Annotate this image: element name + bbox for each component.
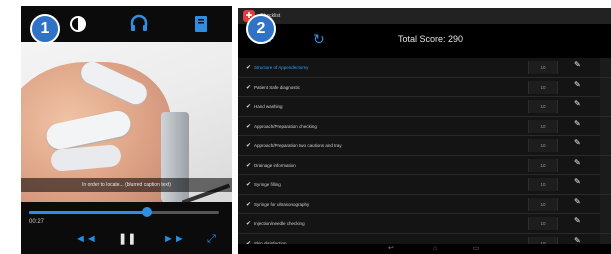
elapsed-time: 00:27 <box>29 219 45 225</box>
book-icon[interactable] <box>190 13 212 35</box>
checklist-row[interactable]: ✔ Hand washing 10 ✎ <box>238 97 611 117</box>
score-cell[interactable]: 10 <box>528 158 558 172</box>
score-value: 10 <box>540 84 546 90</box>
checklist-rows: ✔ Structure of Appendectomy 10 ✎ ✔ Patient Sa… <box>238 58 611 253</box>
checklist-row[interactable]: ✔ Drainage information 10 ✎ <box>238 155 611 176</box>
checklist-row[interactable]: ✔ Approach/Preparation two cautions and t… <box>238 136 611 156</box>
seek-progress <box>29 211 147 214</box>
row-scroll-cell <box>600 97 611 116</box>
step-badge-1: 1 <box>30 14 60 44</box>
checklist-item-label: ✔ Approach/Preparation two cautions and t… <box>246 136 342 156</box>
check-icon: ✔ <box>246 104 252 110</box>
score-cell[interactable]: 10 <box>528 139 558 152</box>
check-icon: ✔ <box>246 221 252 227</box>
score-cell[interactable]: 10 <box>528 61 558 74</box>
check-icon: ✔ <box>246 123 252 130</box>
checklist-item-text: Injection/needle checking <box>254 221 305 226</box>
seek-thumb[interactable] <box>141 207 152 217</box>
edit-icon[interactable]: ✎ <box>574 80 581 89</box>
score-cell[interactable]: 10 <box>528 100 558 113</box>
contrast-icon[interactable] <box>67 13 89 35</box>
video-player-panel: In order to locate... (blurred caption t… <box>21 6 232 254</box>
checklist-item-label: ✔ Injection/needle checking <box>246 214 305 234</box>
score-cell[interactable]: 10 <box>528 119 558 133</box>
checklist-row[interactable]: ✔ Structure of Appendectomy 10 ✎ <box>238 58 611 78</box>
score-value: 10 <box>540 143 546 148</box>
checklist-item-label: ✔ Syringe for ultrasonography <box>246 195 309 215</box>
seek-bar[interactable] <box>29 207 219 217</box>
checklist-item-label: ✔ Approach/Preparation checking <box>246 117 317 137</box>
checklist-item-label: ✔ Syringe filling <box>246 175 281 195</box>
edit-icon[interactable]: ✎ <box>574 216 581 225</box>
video-caption: In order to locate... (blurred caption t… <box>21 178 232 192</box>
edit-icon[interactable]: ✎ <box>574 99 581 108</box>
video-frame[interactable]: In order to locate... (blurred caption t… <box>21 42 232 202</box>
score-cell[interactable]: 10 <box>528 80 558 94</box>
row-scroll-cell <box>600 214 611 233</box>
score-cell[interactable]: 10 <box>528 178 558 191</box>
check-icon: ✔ <box>246 182 252 188</box>
rewind-icon[interactable]: ◄◄ <box>75 232 97 246</box>
row-scroll-cell <box>600 136 611 155</box>
score-value: 10 <box>540 104 546 109</box>
row-scroll-cell <box>600 116 611 136</box>
checklist-item-text: Syringe filling <box>254 182 281 187</box>
player-controls: 00:27 ◄◄ ❚❚ ►► ⤢ <box>21 202 232 254</box>
row-scroll-cell <box>600 194 611 214</box>
system-nav-bar: ↩ ⌂ ▭ <box>238 244 611 254</box>
app-title-bar: ✚ Checklist <box>238 8 611 24</box>
check-icon: ✔ <box>246 143 252 149</box>
check-icon: ✔ <box>246 84 252 91</box>
checklist-row[interactable]: ✔ Injection/needle checking 10 ✎ <box>238 214 611 234</box>
checklist-item-text: Hand washing <box>254 104 283 109</box>
row-scroll-cell <box>600 77 611 97</box>
checklist-row[interactable]: ✔ Syringe for ultrasonography 10 ✎ <box>238 194 611 215</box>
row-scroll-cell <box>600 58 611 77</box>
score-value: 10 <box>540 182 546 187</box>
checklist-item-text: Drainage information <box>254 162 296 168</box>
edit-icon[interactable]: ✎ <box>574 197 581 206</box>
score-value: 10 <box>540 221 546 226</box>
score-value: 10 <box>540 162 546 168</box>
checklist-row[interactable]: ✔ Approach/Preparation checking 10 ✎ <box>238 116 611 137</box>
checklist-item-text: Syringe for ultrasonography <box>254 201 310 207</box>
score-cell[interactable]: 10 <box>528 197 558 211</box>
checklist-item-label: ✔ Drainage information <box>246 156 296 176</box>
total-score: Total Score: 290 <box>398 34 464 44</box>
fast-forward-icon[interactable]: ►► <box>163 232 185 246</box>
recent-apps-icon[interactable]: ▭ <box>473 244 480 254</box>
edit-icon[interactable]: ✎ <box>574 138 581 147</box>
score-value: 10 <box>540 123 546 129</box>
check-icon: ✔ <box>246 65 252 71</box>
checklist-panel: ✚ Checklist + ↻ Total Score: 290 ✔Struct… <box>238 8 611 254</box>
home-icon[interactable]: ⌂ <box>433 244 437 254</box>
check-icon: ✔ <box>246 201 252 208</box>
checklist-item-label: ✔ Hand washing <box>246 97 283 117</box>
score-value: 10 <box>540 201 546 207</box>
row-scroll-cell <box>600 175 611 194</box>
edit-icon[interactable]: ✎ <box>574 119 581 128</box>
checklist-item-label: ✔ Patient Safe diagnostic <box>246 78 300 98</box>
checklist-toolbar: + ↻ Total Score: 290 <box>238 24 611 58</box>
step-badge-2: 2 <box>246 14 276 44</box>
fullscreen-icon[interactable]: ⤢ <box>207 232 216 246</box>
score-cell[interactable]: 10 <box>528 217 558 230</box>
checklist-item-text: Patient Safe diagnostic <box>254 84 301 90</box>
checklist-item-text: Approach/Preparation checking <box>254 123 317 129</box>
checklist-row[interactable]: ✔ Syringe filling 10 ✎ <box>238 175 611 195</box>
checklist-item-text: Structure of Appendectomy <box>254 65 309 70</box>
score-value: 10 <box>540 65 546 70</box>
headset-icon[interactable] <box>128 13 150 35</box>
edit-icon[interactable]: ✎ <box>574 60 581 69</box>
row-scroll-cell <box>600 155 611 175</box>
edit-icon[interactable]: ✎ <box>574 158 581 167</box>
checklist-item-label: ✔ Structure of Appendectomy <box>246 58 308 78</box>
edit-icon[interactable]: ✎ <box>574 177 581 186</box>
pause-icon[interactable]: ❚❚ <box>118 232 136 246</box>
checklist-row[interactable]: ✔ Patient Safe diagnostic 10 ✎ <box>238 77 611 98</box>
back-icon[interactable]: ↩ <box>388 244 394 254</box>
check-icon: ✔ <box>246 162 252 169</box>
refresh-icon[interactable]: ↻ <box>313 31 325 48</box>
checklist-item-text: Approach/Preparation two cautions and tr… <box>254 143 342 148</box>
